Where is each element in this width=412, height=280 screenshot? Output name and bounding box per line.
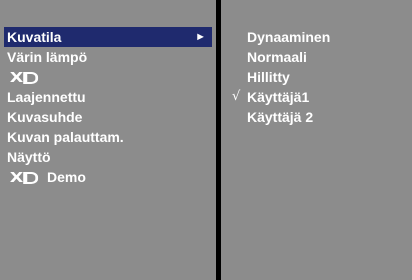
menu-item-label: Kuvatila [7,29,62,45]
submenu-item-hillitty[interactable]: Hillitty [227,67,407,87]
menu-item-label: Näyttö [7,149,51,165]
menu-item-label: Värin lämpö [7,49,88,65]
menu-item-laajennettu[interactable]: Laajennettu [7,87,209,107]
menu-item-label: Kuvan palauttam. [7,129,124,145]
submenu-item-label: Käyttäjä1 [247,89,310,105]
submenu-item-dynaaminen[interactable]: Dynaaminen [227,27,407,47]
menu-item-label: Laajennettu [7,89,86,105]
submenu-item-label: Käyttäjä 2 [247,109,314,125]
menu-item-kuvatila[interactable]: Kuvatila ► [4,27,212,47]
menu-item-xd[interactable]: XD [7,67,209,87]
osd-menu: Kuvatila ► Värin lämpö XD Laajennettu Ku… [0,0,412,280]
submenu-list: Dynaaminen Normaali Hillitty √ Käyttäjä1… [227,27,407,127]
xd-logo-icon: XD [7,69,39,89]
submenu-item-label: Normaali [247,49,307,65]
menu-item-kuvasuhde[interactable]: Kuvasuhde [7,107,209,127]
submenu-arrow-icon: ► [195,31,206,43]
menu-item-xd-demo[interactable]: XD Demo [7,167,209,187]
checkmark-icon: √ [232,89,241,104]
menu-item-label: Demo [47,169,86,185]
menu-item-naytto[interactable]: Näyttö [7,147,209,167]
submenu-item-kayttaja2[interactable]: Käyttäjä 2 [227,107,407,127]
main-menu-list: Kuvatila ► Värin lämpö XD Laajennettu Ku… [4,27,212,187]
xd-logo-icon: XD [7,169,39,189]
submenu-item-normaali[interactable]: Normaali [227,47,407,67]
menu-item-label: Kuvasuhde [7,109,83,125]
menu-item-varin-lampo[interactable]: Värin lämpö [7,47,209,67]
submenu-item-label: Hillitty [247,69,290,85]
submenu-item-kayttaja1[interactable]: √ Käyttäjä1 [227,87,407,107]
submenu-item-label: Dynaaminen [247,29,331,45]
menu-item-kuvan-palauttam[interactable]: Kuvan palauttam. [7,127,209,147]
